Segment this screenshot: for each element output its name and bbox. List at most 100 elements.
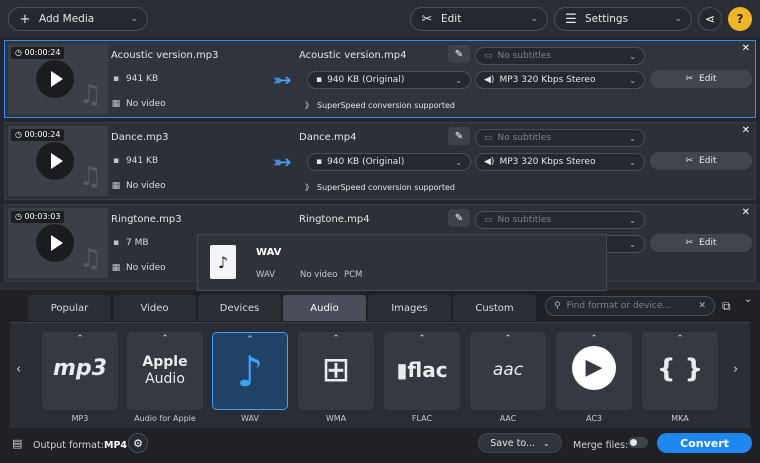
video-info: ▦ No video bbox=[111, 99, 166, 109]
output-file-name[interactable]: Acoustic version.mp4 bbox=[299, 50, 406, 61]
film-icon: ▦ bbox=[111, 99, 121, 109]
file-icon: ▪ bbox=[316, 157, 323, 167]
output-size-dropdown[interactable]: ▪ 940 KB (Original) ⌄ bbox=[307, 71, 471, 89]
convert-button[interactable]: Convert bbox=[657, 433, 752, 453]
format-panel: Popular Video Devices Audio Images Custo… bbox=[0, 290, 760, 463]
subtitles-dropdown[interactable]: ▭ No subtitles ⌄ bbox=[475, 211, 645, 229]
device-detect-icon[interactable]: ⧉ bbox=[722, 299, 731, 314]
duration-badge: ◷ 00:00:24 bbox=[11, 47, 65, 59]
scroll-right-icon[interactable]: › bbox=[733, 362, 738, 377]
tooltip-audio: PCM bbox=[344, 270, 363, 280]
format-wma[interactable]: ⌃ ⊞ bbox=[298, 332, 374, 410]
output-format-value[interactable]: MP4 bbox=[104, 440, 127, 451]
save-to-button[interactable]: Save to... ⌄ bbox=[478, 433, 562, 453]
format-settings-button[interactable]: ⚙ bbox=[128, 433, 148, 453]
chevron-up-icon: ⌃ bbox=[332, 334, 340, 344]
help-button[interactable]: ? bbox=[728, 7, 752, 31]
remove-file-button[interactable]: ✕ bbox=[742, 207, 750, 218]
music-note-icon: ♪ bbox=[236, 347, 264, 396]
tooltip-title: WAV bbox=[256, 247, 282, 258]
convert-arrow-icon: ›››➔ bbox=[273, 153, 291, 171]
chevron-down-icon: ⌄ bbox=[629, 51, 636, 61]
subtitle-icon: ▭ bbox=[484, 51, 493, 61]
output-file-name[interactable]: Ringtone.mp4 bbox=[299, 214, 370, 225]
chevron-up-icon: ⌃ bbox=[161, 334, 169, 344]
subtitle-icon: ▭ bbox=[484, 133, 493, 143]
source-file-name: Acoustic version.mp3 bbox=[111, 50, 219, 61]
windows-logo-icon: ⊞ bbox=[321, 350, 351, 390]
remove-file-button[interactable]: ✕ bbox=[742, 43, 750, 54]
scroll-left-icon[interactable]: ‹ bbox=[16, 362, 21, 377]
edit-file-button[interactable]: ✂ Edit bbox=[650, 152, 752, 170]
format-label: FLAC bbox=[411, 414, 433, 423]
format-ac3[interactable]: ⌃ ▶ bbox=[556, 332, 632, 410]
output-format-label: Output format: bbox=[33, 440, 104, 451]
play-button[interactable] bbox=[36, 224, 74, 262]
output-size-dropdown[interactable]: ▪ 940 KB (Original) ⌄ bbox=[307, 153, 471, 171]
output-file-name[interactable]: Dance.mp4 bbox=[299, 132, 356, 143]
subtitles-dropdown[interactable]: ▭ No subtitles ⌄ bbox=[475, 47, 645, 65]
play-button[interactable] bbox=[36, 142, 74, 180]
merge-files-toggle[interactable] bbox=[628, 437, 648, 448]
chevron-down-icon: ⌄ bbox=[130, 14, 138, 24]
file-thumbnail: ◷ 00:00:24 ♫ bbox=[8, 126, 108, 196]
format-flac[interactable]: ⌃ ▮flac bbox=[384, 332, 460, 410]
format-apple-audio[interactable]: ⌃ Apple Audio bbox=[127, 332, 203, 410]
edit-menu-button[interactable]: ✂ Edit ⌄ bbox=[410, 7, 548, 31]
tab-custom[interactable]: Custom bbox=[453, 295, 536, 321]
top-toolbar: + Add Media ⌄ ✂ Edit ⌄ ☰ Settings ⌄ ⋖ ? bbox=[0, 0, 760, 38]
edit-file-button[interactable]: ✂ Edit bbox=[650, 70, 752, 88]
chevron-up-icon: ⌃ bbox=[76, 334, 84, 344]
format-aac[interactable]: ⌃ aac bbox=[470, 332, 546, 410]
pencil-icon: ✎ bbox=[454, 212, 464, 224]
film-icon: ▦ bbox=[111, 181, 121, 191]
chevron-up-icon: ⌃ bbox=[504, 334, 512, 344]
add-media-button[interactable]: + Add Media ⌄ bbox=[8, 7, 148, 31]
chevron-down-icon: ⌄ bbox=[629, 215, 636, 225]
collapse-panel-icon[interactable]: ⌄ bbox=[744, 294, 752, 305]
format-strip bbox=[10, 322, 750, 428]
file-icon: ▪ bbox=[112, 74, 120, 84]
subtitles-dropdown[interactable]: ▭ No subtitles ⌄ bbox=[475, 129, 645, 147]
file-icon: ▪ bbox=[112, 156, 120, 166]
convert-arrow-icon: ›››➔ bbox=[273, 71, 291, 89]
format-label: AC3 bbox=[585, 414, 602, 423]
rename-pencil-button[interactable]: ✎ bbox=[448, 127, 470, 145]
tab-video[interactable]: Video bbox=[113, 295, 196, 321]
tab-audio[interactable]: Audio bbox=[283, 295, 366, 321]
audio-track-dropdown[interactable]: ◀) MP3 320 Kbps Stereo ⌄ bbox=[475, 153, 645, 171]
share-button[interactable]: ⋖ bbox=[698, 7, 722, 31]
format-search[interactable]: ⚲ Find format or device... ✕ bbox=[545, 296, 715, 316]
settings-button[interactable]: ☰ Settings ⌄ bbox=[554, 7, 692, 31]
format-tabs: Popular Video Devices Audio Images Custo… bbox=[28, 295, 536, 321]
video-info: ▦ No video bbox=[111, 181, 166, 191]
file-item[interactable]: ◷ 00:00:24 ♫ Dance.mp3 ▪ 941 KB ▦ No video… bbox=[4, 122, 756, 200]
format-mp3[interactable]: ⌃ mp3 bbox=[42, 332, 118, 410]
clear-search-icon[interactable]: ✕ bbox=[698, 301, 706, 311]
music-note-icon: ♫ bbox=[78, 244, 102, 274]
rename-pencil-button[interactable]: ✎ bbox=[448, 45, 470, 63]
edit-file-button[interactable]: ✂ Edit bbox=[650, 234, 752, 252]
format-wav[interactable]: ⌃ ♪ bbox=[212, 332, 288, 410]
rename-pencil-button[interactable]: ✎ bbox=[448, 209, 470, 227]
chevron-down-icon: ⌄ bbox=[629, 157, 636, 167]
tools-icon: ✂ bbox=[685, 156, 694, 166]
format-label: MKA bbox=[671, 414, 689, 423]
source-file-name: Dance.mp3 bbox=[111, 132, 169, 143]
audio-track-dropdown[interactable]: ◀) MP3 320 Kbps Stereo ⌄ bbox=[475, 71, 645, 89]
tab-devices[interactable]: Devices bbox=[198, 295, 281, 321]
superspeed-note: 》 SuperSpeed conversion supported bbox=[305, 183, 455, 192]
format-mka[interactable]: ⌃ { } bbox=[642, 332, 718, 410]
mp3-logo-icon: mp3 bbox=[53, 356, 107, 381]
remove-file-button[interactable]: ✕ bbox=[742, 125, 750, 136]
format-label: WAV bbox=[241, 414, 259, 423]
play-button[interactable] bbox=[36, 60, 74, 98]
search-input[interactable]: Find format or device... bbox=[567, 301, 671, 311]
settings-sliders-icon: ☰ bbox=[565, 11, 577, 27]
tab-popular[interactable]: Popular bbox=[28, 295, 111, 321]
tab-images[interactable]: Images bbox=[368, 295, 451, 321]
music-note-icon: ♫ bbox=[78, 162, 102, 192]
format-label: AAC bbox=[499, 414, 517, 423]
duration-badge: ◷ 00:03:03 bbox=[11, 211, 65, 223]
file-item[interactable]: ◷ 00:00:24 ♫ Acoustic version.mp3 ▪ 941 K… bbox=[4, 40, 756, 118]
